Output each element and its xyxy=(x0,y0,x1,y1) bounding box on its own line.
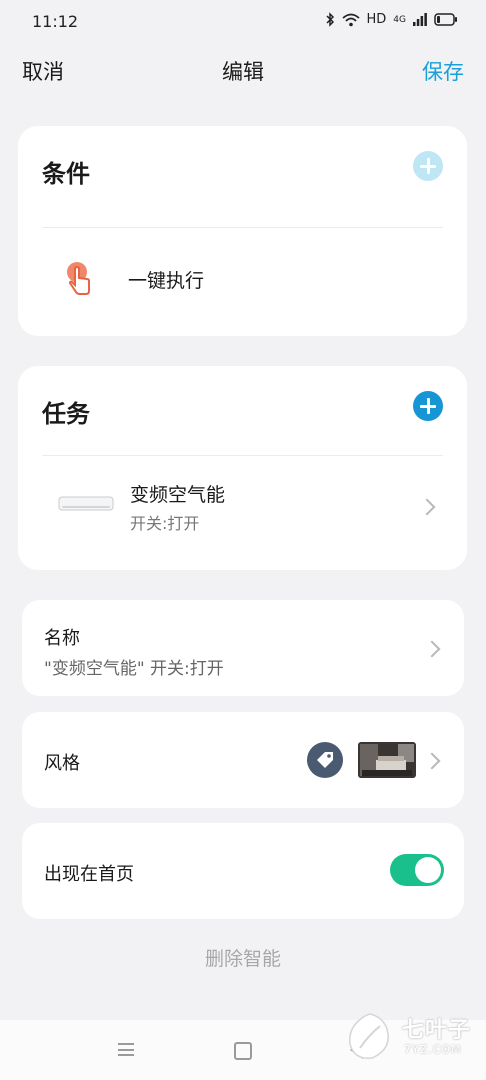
cancel-button[interactable]: 取消 xyxy=(22,56,64,86)
network-type: 4G xyxy=(393,14,406,25)
status-bar: 11:12 HD 4G xyxy=(0,0,486,46)
conditions-title: 条件 xyxy=(42,160,90,188)
chevron-right-icon xyxy=(418,498,436,516)
task-name: 变频空气能 xyxy=(130,484,226,506)
menu-icon[interactable] xyxy=(118,1043,134,1056)
watermark-text: 七叶子 xyxy=(402,1018,472,1043)
show-on-home-row: 出现在首页 xyxy=(22,823,464,919)
condition-item[interactable]: 一键执行 xyxy=(18,228,467,328)
signal-icon xyxy=(413,13,427,26)
page-title: 编辑 xyxy=(222,60,264,84)
show-on-home-label: 出现在首页 xyxy=(44,864,134,885)
leaf-logo-icon xyxy=(349,1013,389,1059)
condition-label: 一键执行 xyxy=(128,270,205,292)
tasks-title: 任务 xyxy=(42,400,90,428)
task-action: 开关:打开 xyxy=(130,514,200,533)
hd-indicator: HD xyxy=(366,12,387,27)
style-label: 风格 xyxy=(44,753,80,774)
name-value: "变频空气能" 开关:打开 xyxy=(44,659,224,679)
top-bar: 取消 编辑 保存 xyxy=(0,46,486,94)
add-task-button[interactable] xyxy=(413,391,443,421)
conditions-card: 条件 一键执行 xyxy=(18,126,467,336)
name-label: 名称 xyxy=(44,628,80,649)
save-button[interactable]: 保存 xyxy=(422,56,464,86)
name-row[interactable]: 名称 "变频空气能" 开关:打开 xyxy=(22,600,464,696)
battery-icon xyxy=(434,13,457,26)
toggle-knob xyxy=(415,857,441,883)
status-time: 11:12 xyxy=(32,12,79,31)
tasks-card: 任务 变频空气能 开关:打开 xyxy=(18,366,467,570)
bluetooth-icon xyxy=(325,12,334,27)
watermark-subtext: 7YZ.COM xyxy=(404,1043,462,1056)
chevron-right-icon xyxy=(423,752,441,770)
chevron-right-icon xyxy=(423,640,441,658)
wifi-icon xyxy=(341,13,360,26)
delete-smart-button[interactable]: 删除智能 xyxy=(0,944,486,971)
style-row[interactable]: 风格 xyxy=(22,712,464,808)
tap-hand-icon xyxy=(67,262,90,295)
home-square-icon[interactable] xyxy=(234,1042,252,1060)
show-on-home-toggle[interactable] xyxy=(390,854,444,886)
status-icons: HD 4G xyxy=(325,12,459,27)
bedroom-thumbnail[interactable] xyxy=(358,742,416,778)
task-item[interactable]: 变频空气能 开关:打开 xyxy=(18,456,467,566)
air-conditioner-icon xyxy=(58,496,114,511)
add-condition-button[interactable] xyxy=(413,151,443,181)
watermark: 七叶子 7YZ.COM xyxy=(342,1008,472,1066)
tag-icon[interactable] xyxy=(307,742,343,778)
